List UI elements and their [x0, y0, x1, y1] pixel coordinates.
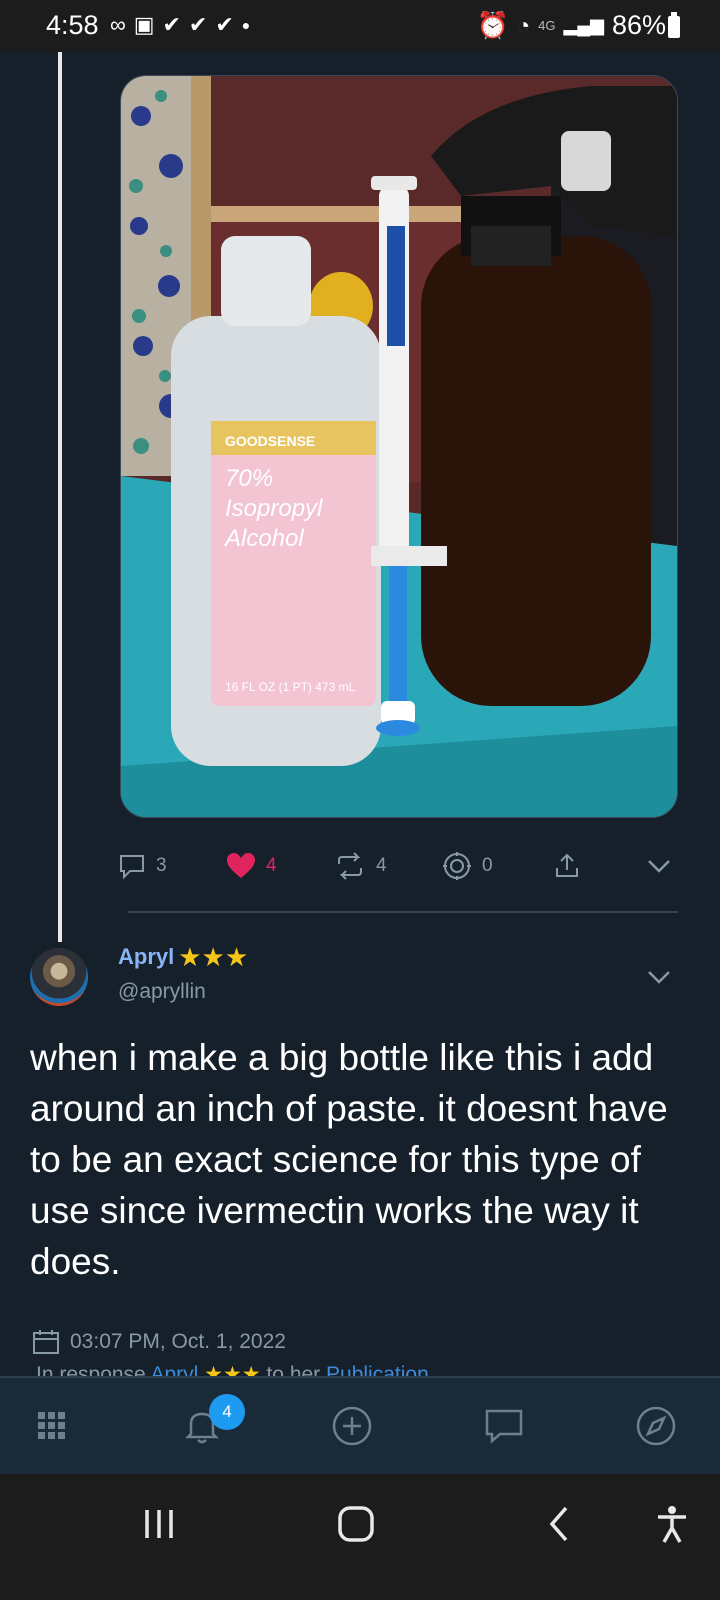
repost-icon	[338, 852, 362, 880]
author-handle[interactable]: @apryllin	[118, 980, 206, 1004]
heart-icon	[227, 853, 255, 878]
home-icon	[338, 1506, 374, 1542]
svg-text:Alcohol: Alcohol	[223, 525, 304, 552]
reply-count: 3	[156, 855, 167, 876]
chevron-down-icon	[648, 971, 670, 984]
share-button[interactable]	[554, 848, 580, 884]
check-icon: ✔	[215, 12, 234, 37]
back-button[interactable]	[544, 1504, 574, 1549]
voicemail-icon: ∞	[110, 12, 126, 37]
notification-badge[interactable]: 4	[209, 1394, 245, 1430]
reply-context: In response Apryl ★★★ to her Publication	[36, 1362, 429, 1376]
recent-apps-icon	[145, 1510, 173, 1538]
status-right: ⏰ ◔ 4G ▂▄▆ 86%	[476, 10, 666, 41]
like-count: 4	[266, 855, 277, 876]
author-name-text: Apryl	[118, 944, 175, 969]
home-button[interactable]	[336, 1504, 376, 1549]
photo-bottles-icon: GOODSENSE 70% Isopropyl Alcohol 16 FL OZ…	[121, 76, 677, 817]
post-timestamp: 03:07 PM, Oct. 1, 2022	[32, 1328, 286, 1356]
star-icon: ★★★	[178, 942, 249, 972]
quote-icon	[443, 852, 471, 880]
image-icon: ▣	[133, 12, 155, 37]
bottom-nav	[0, 1376, 720, 1476]
quote-count: 0	[482, 855, 493, 876]
status-bar: 4:58 ∞ ▣ ✔ ✔ ✔ ● ⏰ ◔ 4G ▂▄▆ 86%	[0, 0, 720, 52]
bottle-volume: 16 FL OZ (1 PT) 473 mL	[225, 680, 356, 694]
timestamp-text: 03:07 PM, Oct. 1, 2022	[70, 1330, 286, 1353]
divider	[128, 911, 678, 913]
check-icon: ✔	[162, 12, 181, 37]
svg-text:70%: 70%	[225, 465, 273, 492]
back-icon	[549, 1506, 568, 1542]
alarm-icon: ⏰	[476, 10, 509, 40]
reply-icon	[120, 855, 144, 880]
share-icon	[556, 853, 578, 877]
compass-icon	[636, 1406, 676, 1446]
reply-prefix: In response	[36, 1363, 146, 1376]
check-icon: ✔	[188, 12, 208, 37]
recent-apps-button[interactable]	[142, 1504, 176, 1549]
post-text: when i make a big bottle like this i add…	[30, 1037, 668, 1282]
repost-count: 4	[376, 855, 387, 876]
network-label: 4G	[538, 18, 556, 33]
wifi-icon: ◔	[516, 12, 531, 38]
post-menu-button[interactable]	[646, 964, 672, 995]
accessibility-button[interactable]	[654, 1504, 690, 1549]
svg-text:Isopropyl: Isopropyl	[225, 495, 323, 522]
reply-button[interactable]: 3	[118, 848, 167, 884]
author-name[interactable]: Apryl ★★★	[118, 944, 248, 970]
compose-button[interactable]	[330, 1404, 374, 1448]
repost-button[interactable]: 4	[334, 848, 387, 884]
reply-middle: to her	[266, 1363, 321, 1376]
dot-icon: ●	[241, 17, 251, 33]
reply-stars: ★★★	[204, 1363, 261, 1376]
like-button[interactable]: 4	[226, 848, 277, 884]
battery-percent: 86%	[611, 10, 666, 40]
accessibility-icon	[658, 1506, 686, 1543]
bottle-brand: GOODSENSE	[225, 433, 315, 449]
quote-button[interactable]: 0	[442, 848, 493, 884]
thread-line	[58, 52, 62, 942]
system-nav-bar	[0, 1474, 720, 1600]
chat-icon	[485, 1409, 523, 1444]
status-notification-icons: ∞ ▣ ✔ ✔ ✔ ●	[110, 12, 250, 38]
explore-button[interactable]	[634, 1404, 678, 1448]
messages-button[interactable]	[482, 1404, 526, 1448]
battery-icon	[668, 12, 680, 38]
publication-link[interactable]: Publication	[326, 1363, 429, 1376]
status-time: 4:58	[46, 10, 99, 40]
apps-button[interactable]	[30, 1404, 74, 1448]
reply-to-link[interactable]: Apryl	[150, 1363, 198, 1376]
post-image[interactable]: GOODSENSE 70% Isopropyl Alcohol 16 FL OZ…	[120, 75, 678, 818]
post-actions: 3 4 4 0	[118, 848, 688, 884]
chevron-down-icon	[648, 860, 670, 873]
avatar[interactable]	[30, 948, 88, 1006]
apps-icon	[38, 1412, 65, 1439]
more-button[interactable]	[646, 848, 672, 884]
calendar-icon	[33, 1330, 59, 1354]
signal-icon: ▂▄▆	[563, 15, 604, 35]
add-circle-icon	[332, 1406, 372, 1446]
